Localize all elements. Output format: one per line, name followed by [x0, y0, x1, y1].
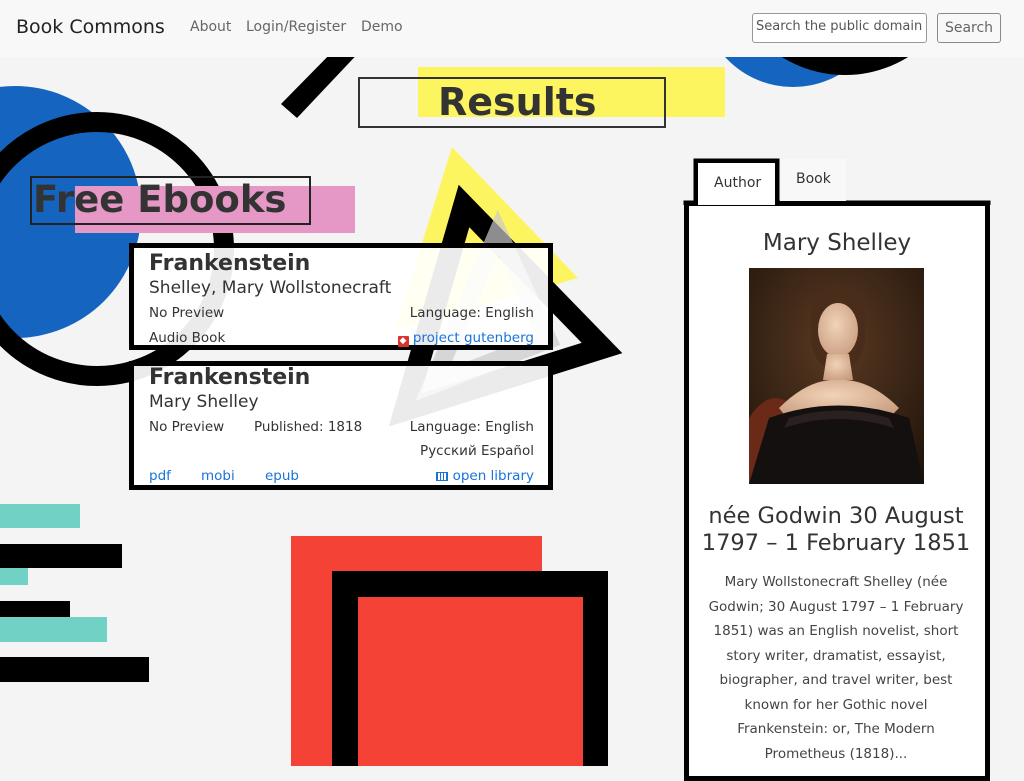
author-bio: Mary Wollstonecraft Shelley (née Godwin;…	[708, 574, 964, 762]
book-title[interactable]: Frankenstein	[149, 365, 310, 390]
results-heading: Results	[438, 80, 597, 124]
gutenberg-icon: ◆	[397, 336, 409, 347]
author-portrait	[749, 268, 924, 484]
published-date: Published: 1818	[254, 419, 363, 435]
free-ebooks-heading: Free Ebooks	[33, 178, 287, 221]
preview-status: No Preview	[149, 419, 225, 435]
brand-logo[interactable]: Book Commons	[16, 16, 165, 38]
book-author: Shelley, Mary Wollstonecraft	[149, 278, 392, 298]
format-label: Audio Book	[149, 330, 226, 346]
preview-status: No Preview	[149, 305, 225, 321]
result-card[interactable]: Frankenstein Shelley, Mary Wollstonecraf…	[129, 243, 553, 350]
other-languages[interactable]: Русский Español	[420, 443, 534, 459]
result-card[interactable]: Frankenstein Mary Shelley No Preview Pub…	[129, 361, 553, 490]
tab-author[interactable]: Author	[714, 175, 761, 191]
download-mobi-link[interactable]: mobi	[201, 468, 235, 484]
tab-book[interactable]: Book	[796, 171, 831, 187]
nav-link-about[interactable]: About	[190, 19, 231, 35]
book-title[interactable]: Frankenstein	[149, 251, 310, 276]
search-input[interactable]: Search the public domain	[752, 13, 927, 43]
author-name: Mary Shelley	[762, 230, 912, 256]
navbar: Book Commons About Login/Register Demo S…	[0, 0, 1024, 57]
source-label: open library	[452, 468, 534, 484]
search-button[interactable]: Search	[937, 13, 1001, 43]
nav-link-login-register[interactable]: Login/Register	[246, 19, 346, 35]
source-label: project gutenberg	[412, 330, 534, 346]
book-language: Language: English	[409, 419, 534, 435]
book-author: Mary Shelley	[149, 392, 259, 412]
download-epub-link[interactable]: epub	[265, 468, 299, 484]
download-pdf-link[interactable]: pdf	[149, 468, 171, 484]
book-language: Language: English	[409, 305, 534, 321]
source-link[interactable]: open library	[436, 468, 534, 484]
open-library-icon	[436, 472, 449, 481]
nav-link-demo[interactable]: Demo	[361, 19, 403, 35]
source-link[interactable]: ◆ project gutenberg	[397, 330, 534, 347]
author-life-dates: née Godwin 30 August 1797 – 1 February 1…	[701, 503, 971, 556]
